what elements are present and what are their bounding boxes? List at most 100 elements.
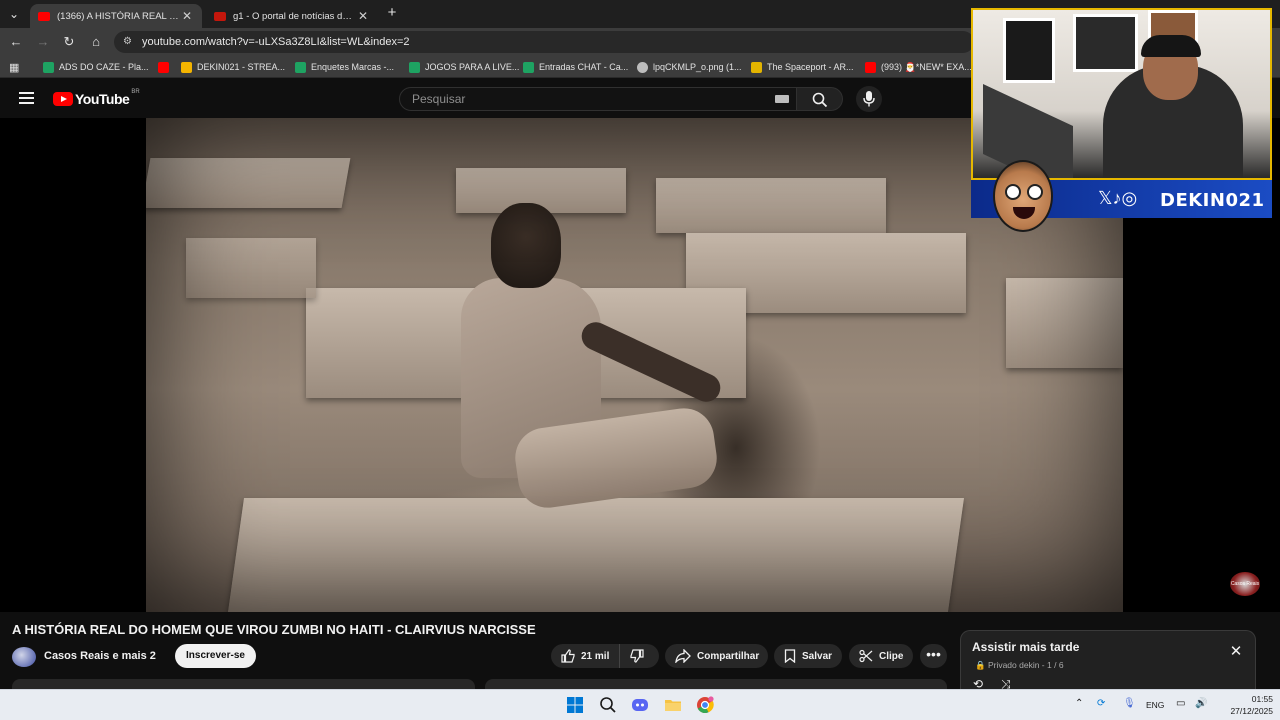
sheets-icon — [409, 61, 420, 73]
microphone-tray-icon[interactable]: 🎙 — [1123, 698, 1136, 709]
windows-taskbar: ⌃ ⟳ 🎙 ENG ▭ 🔊 01:55 27/12/2025 — [0, 689, 1280, 720]
site-settings-icon[interactable]: ⚙ — [123, 31, 132, 53]
tab-title: (1366) A HISTÓRIA REAL DO HOMEM — [57, 10, 180, 22]
bookmark-item[interactable]: DEKIN021 - STREA... — [181, 60, 285, 74]
mascot-eye — [1005, 184, 1021, 200]
clock-time[interactable]: 01:55 — [1243, 694, 1273, 704]
video-title: A HISTÓRIA REAL DO HOMEM QUE VIROU ZUMBI… — [12, 622, 536, 637]
bookmark-label: lpqCKMLP_o.png (1... — [653, 62, 742, 72]
voice-search-button[interactable] — [856, 86, 882, 112]
clip-button[interactable]: Clipe — [849, 644, 913, 668]
bookmark-item[interactable]: lpqCKMLP_o.png (1... — [637, 60, 742, 74]
tab-close-icon[interactable]: ✕ — [356, 9, 370, 23]
forward-arrow-icon[interactable]: → — [35, 34, 51, 50]
apps-grid-icon[interactable]: ▦ — [9, 60, 19, 74]
mascot-mouth — [1013, 207, 1035, 219]
language-indicator[interactable]: ENG — [1146, 700, 1164, 710]
search-input[interactable] — [400, 88, 796, 110]
scissors-icon — [859, 649, 873, 663]
bookmark-label: DEKIN021 - STREA... — [197, 62, 286, 72]
tab-close-icon[interactable]: ✕ — [180, 9, 194, 23]
sync-icon[interactable]: ⟳ — [1097, 698, 1105, 709]
like-button[interactable]: 21 mil — [551, 644, 621, 668]
virtual-keyboard-icon[interactable] — [775, 95, 789, 103]
youtube-logo[interactable]: YouTube BR — [53, 89, 140, 107]
reload-icon[interactable]: ↻ — [61, 34, 77, 50]
tab-list-button[interactable]: ⌄ — [6, 6, 22, 22]
url-text: youtube.com/watch?v=-uLXSa3Z8LI&list=WL&… — [142, 36, 410, 48]
volume-icon[interactable]: 🔊 — [1195, 698, 1207, 709]
streamer-handle: DEKIN021 — [1160, 190, 1265, 211]
bookmark-label: The Spaceport - AR... — [767, 62, 854, 72]
bookmark-item[interactable]: ADS DO CAZE - Pla... — [43, 60, 149, 74]
bookmark-label: (993) 🎅*NEW* EXA... — [881, 61, 972, 72]
sheets-icon — [523, 61, 534, 73]
share-icon — [675, 649, 691, 663]
close-icon[interactable]: ✕ — [1229, 644, 1243, 659]
thumbs-up-icon — [561, 649, 575, 663]
channel-avatar[interactable] — [12, 647, 36, 667]
playlist-meta: 🔒 Privado dekin - 1 / 6 — [975, 660, 1064, 670]
file-explorer-icon[interactable] — [664, 696, 682, 714]
like-dislike-group: 21 mil — [551, 644, 659, 668]
search-icon — [812, 92, 828, 108]
mascot-eye — [1027, 184, 1043, 200]
hamburger-menu-icon[interactable] — [19, 92, 34, 104]
search-box — [399, 87, 797, 111]
playlist-title[interactable]: Assistir mais tarde — [972, 640, 1079, 654]
share-label: Compartilhar — [697, 650, 760, 662]
tab-g1[interactable]: g1 - O portal de notícias da Globo ✕ — [206, 4, 378, 28]
webcam-overlay — [971, 8, 1272, 180]
spaceport-icon — [751, 61, 762, 73]
chrome-icon[interactable] — [696, 696, 714, 714]
bookmark-item[interactable]: Enquetes Marcas -... — [295, 60, 394, 74]
youtube-icon — [158, 61, 169, 73]
address-bar[interactable]: ⚙ youtube.com/watch?v=-uLXSa3Z8LI&list=W… — [114, 31, 974, 53]
comments-teaser[interactable] — [485, 679, 947, 689]
bookmark-label: Enquetes Marcas -... — [311, 62, 395, 72]
tab-youtube-video[interactable]: (1366) A HISTÓRIA REAL DO HOMEM ✕ — [30, 4, 202, 28]
network-icon[interactable]: ▭ — [1176, 698, 1185, 709]
bookmark-item[interactable]: Entradas CHAT - Ca... — [523, 60, 628, 74]
clock-date[interactable]: 27/12/2025 — [1220, 706, 1273, 716]
channel-watermark[interactable]: Casos Reais — [1230, 572, 1260, 596]
share-button[interactable]: Compartilhar — [665, 644, 768, 668]
subscribe-button[interactable]: Inscrever-se — [175, 644, 256, 668]
bookmark-label: ADS DO CAZE - Pla... — [59, 62, 149, 72]
wall-poster — [1003, 18, 1055, 83]
search-icon[interactable] — [599, 696, 617, 714]
new-tab-button[interactable]: + — [384, 5, 400, 21]
search-button[interactable] — [797, 87, 843, 111]
channel-name[interactable]: Casos Reais e mais 2 — [44, 650, 156, 662]
more-actions-button[interactable]: ••• — [920, 644, 947, 668]
discord-icon[interactable] — [631, 696, 649, 714]
streamer-hair — [1141, 35, 1201, 57]
g1-favicon-icon — [214, 11, 226, 21]
tray-chevron-icon[interactable]: ⌃ — [1075, 698, 1083, 709]
drive-icon — [181, 61, 192, 73]
globe-icon — [637, 61, 648, 73]
save-label: Salvar — [802, 650, 833, 662]
save-button[interactable]: Salvar — [774, 644, 842, 668]
bookmark-item[interactable]: (993) 🎅*NEW* EXA... — [865, 60, 972, 74]
windows-start-icon[interactable] — [566, 696, 584, 714]
youtube-play-icon — [53, 92, 73, 106]
cartoon-mascot-icon — [993, 160, 1053, 232]
bookmark-label: Entradas CHAT - Ca... — [539, 62, 629, 72]
youtube-favicon-icon — [38, 11, 50, 21]
bookmark-item[interactable] — [158, 60, 174, 74]
playlist-panel: Assistir mais tarde 🔒 Privado dekin - 1 … — [960, 630, 1256, 691]
bookmark-icon — [784, 649, 796, 663]
bookmark-item[interactable]: JOGOS PARA A LIVE... — [409, 60, 519, 74]
back-arrow-icon[interactable]: ← — [8, 34, 24, 50]
youtube-wordmark: YouTube — [75, 91, 130, 107]
home-icon[interactable]: ⌂ — [88, 34, 104, 50]
bookmark-label: JOGOS PARA A LIVE... — [425, 62, 520, 72]
dislike-button[interactable] — [620, 644, 654, 668]
microphone-icon — [863, 91, 875, 107]
description-box[interactable] — [12, 679, 475, 689]
region-code: BR — [131, 89, 140, 95]
bookmark-item[interactable]: The Spaceport - AR... — [751, 60, 854, 74]
thumbs-down-icon — [630, 649, 644, 663]
clip-label: Clipe — [879, 650, 904, 662]
